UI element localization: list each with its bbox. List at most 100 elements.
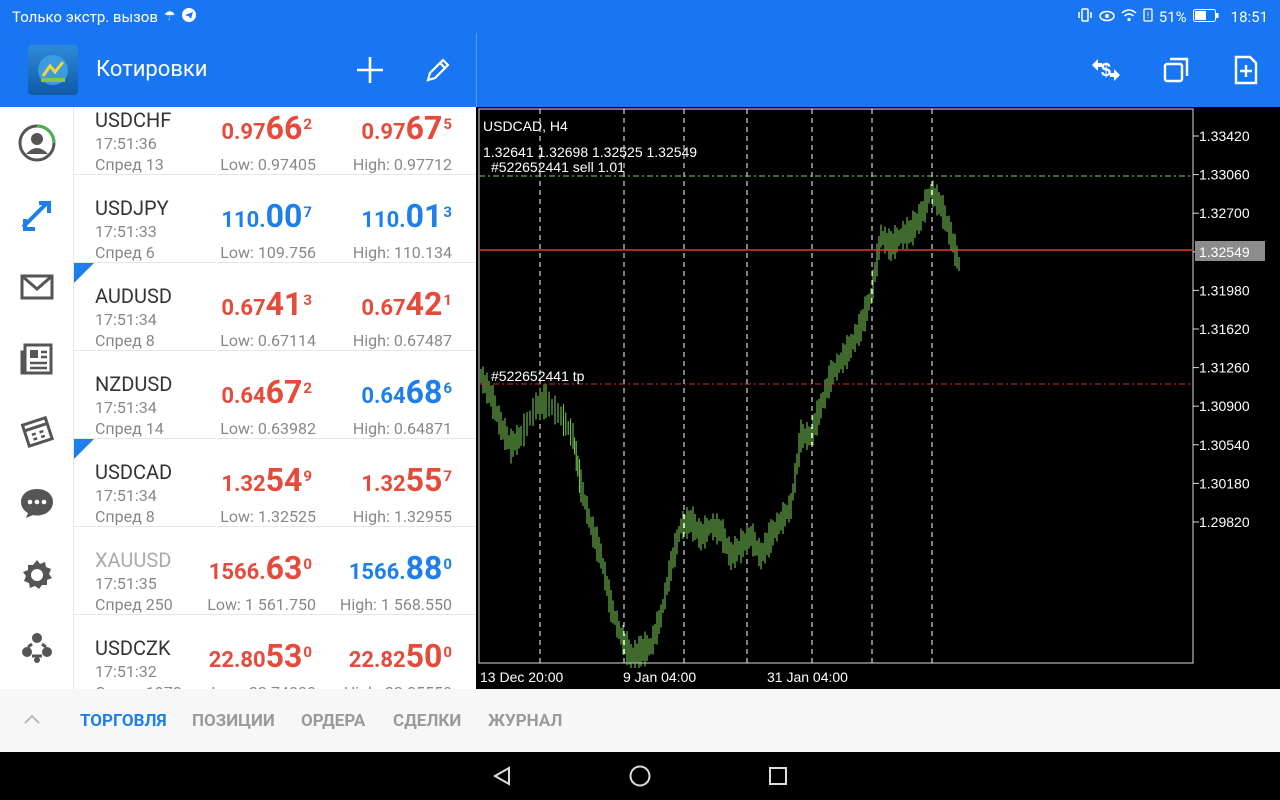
plus-icon: [357, 57, 383, 83]
community-icon: [22, 633, 52, 663]
sidebar-item-quotes[interactable]: [15, 193, 59, 237]
ask-price: 110.013: [361, 197, 452, 235]
bid-price-fraction: 0: [303, 642, 312, 661]
back-button[interactable]: [488, 764, 516, 788]
price-tick-label: 1.30180: [1199, 475, 1250, 491]
ask-price: 0.67421: [361, 285, 452, 323]
tab-deals[interactable]: СДЕЛКИ: [393, 711, 461, 731]
home-button[interactable]: [626, 764, 654, 788]
bid-price-fraction: 3: [303, 290, 312, 309]
tab-trade[interactable]: ТОРГОВЛЯ: [80, 711, 167, 731]
high-price: High: 1.32955: [352, 507, 452, 526]
quote-row[interactable]: USDCAD 17:51:34 Спред 8 1.32549 1.32557 Low: …: [74, 439, 476, 527]
bottom-tab-bar: ТОРГОВЛЯ ПОЗИЦИИ ОРДЕРА СДЕЛКИ ЖУРНАЛ: [0, 689, 1280, 752]
price-chart[interactable]: USDCAD, H4 1.32641 1.32698 1.32525 1.325…: [477, 107, 1280, 689]
position-flag: [74, 439, 94, 459]
price-tick-label: 1.33420: [1199, 128, 1250, 144]
quote-row[interactable]: NZDUSD 17:51:34 Спред 14 0.64672 0.64686 Low:…: [74, 351, 476, 439]
spread: Спред 13: [95, 155, 164, 174]
metatrader-logo-icon[interactable]: [28, 45, 78, 95]
time-tick-label: 31 Jan 04:00: [767, 669, 848, 685]
ask-price: 1566.880: [349, 549, 452, 587]
bid-price-fraction: 0: [303, 554, 312, 573]
current-price-label: 1.32549: [1199, 244, 1250, 260]
bid-price-pips: 66: [265, 109, 303, 147]
high-price: High: 0.64871: [352, 419, 452, 438]
sidebar-item-settings[interactable]: [15, 553, 59, 597]
price-axis: 1.334201.330601.327001.323401.319801.316…: [1193, 128, 1250, 530]
ask-price-fraction: 7: [443, 466, 452, 485]
quote-row[interactable]: USDCHF 17:51:36 Спред 13 0.97662 0.97675 Low:…: [74, 107, 476, 175]
quotes-arrows-icon: [21, 201, 51, 231]
time-axis: 13 Dec 20:00 9 Jan 04:00 31 Jan 04:00: [480, 669, 848, 685]
sidebar-item-accounts[interactable]: [15, 121, 59, 165]
quote-row[interactable]: USDCZK17:51:32Спред 197022.8053022.82500…: [74, 615, 476, 689]
add-symbol-button[interactable]: [352, 52, 388, 88]
expand-toolbox-button[interactable]: [22, 711, 42, 730]
bid-price: 1.32549: [221, 461, 312, 499]
bid-price-prefix: 1.32: [221, 472, 266, 497]
high-price: High: 0.67487: [352, 331, 452, 350]
low-price: Low: 0.97405: [220, 155, 316, 174]
high-price: High: 1 568.550: [339, 595, 452, 614]
tab-orders[interactable]: ОРДЕРА: [301, 711, 365, 731]
sidebar-item-mail[interactable]: [15, 265, 59, 309]
spread: Спред 8: [95, 507, 155, 526]
sidebar-item-community[interactable]: [15, 625, 59, 669]
new-document-icon: [1234, 55, 1258, 85]
chart-symbol-label: USDCAD, H4: [483, 118, 568, 134]
price-tick-label: 1.31260: [1199, 360, 1250, 376]
chart-ohlc-label: 1.32641 1.32698 1.32525 1.32549: [483, 144, 697, 160]
gear-icon: [23, 560, 52, 589]
price-tick-label: 1.30540: [1199, 437, 1250, 453]
chevron-up-icon: [24, 714, 40, 724]
pencil-icon: [426, 58, 450, 82]
bid-price-pips: 63: [265, 549, 303, 587]
sidebar-item-tradays[interactable]: [15, 409, 59, 453]
ask-price-pips: 68: [405, 373, 443, 411]
sidebar-item-chat[interactable]: [15, 481, 59, 525]
time-tick-label: 9 Jan 04:00: [623, 669, 696, 685]
low-price: Low: 0.67114: [220, 331, 316, 350]
sidebar-item-news[interactable]: [15, 337, 59, 381]
home-circle-icon: [629, 765, 651, 787]
bid-price-fraction: 2: [303, 114, 312, 133]
news-icon: [20, 343, 53, 375]
symbol-name: USDJPY: [95, 196, 169, 220]
account-icon: [18, 124, 56, 162]
quote-time: 17:51:34: [95, 398, 157, 417]
quote-row[interactable]: USDJPY 17:51:33 Спред 6 110.007 110.013 Low: …: [74, 175, 476, 263]
order-line-label: #522652441 sell 1.01: [491, 159, 625, 175]
status-right: ! 51% 18:51: [1077, 7, 1268, 27]
spread: Спред 250: [95, 595, 173, 614]
tab-positions[interactable]: ПОЗИЦИИ: [192, 711, 275, 731]
quotes-list[interactable]: USDCHF 17:51:36 Спред 13 0.97662 0.97675 Low:…: [74, 107, 476, 689]
bid-price-prefix: 1566.: [208, 560, 266, 585]
windows-button[interactable]: [1158, 52, 1194, 88]
edit-symbols-button[interactable]: [420, 52, 456, 88]
one-click-trading-button[interactable]: $: [1088, 52, 1124, 88]
ask-price-pips: 42: [405, 285, 443, 323]
bid-price-prefix: 0.97: [221, 120, 266, 145]
trade-dollar-icon: $: [1092, 59, 1120, 81]
symbol-name: USDCHF: [95, 108, 172, 132]
quote-row[interactable]: AUDUSD 17:51:34 Спред 8 0.67413 0.67421 Low: …: [74, 263, 476, 351]
low-price: Low: 0.63982: [220, 419, 316, 438]
bid-price: 110.007: [221, 197, 312, 235]
tab-journal[interactable]: ЖУРНАЛ: [488, 711, 562, 731]
chart-frame: [478, 108, 1194, 664]
new-order-button[interactable]: [1228, 52, 1264, 88]
quote-row[interactable]: XAUUSD 17:51:35 Спред 250 1566.630 1566.880 L…: [74, 527, 476, 615]
umbrella-icon: ☂: [163, 9, 176, 24]
recents-button[interactable]: [764, 764, 792, 788]
high-price: High: 110.134: [352, 243, 452, 262]
mail-icon: [20, 274, 54, 300]
chart-canvas[interactable]: USDCAD, H4 1.32641 1.32698 1.32525 1.325…: [477, 107, 1280, 689]
bid-price: 0.97662: [221, 109, 312, 147]
ask-price-prefix: 110.: [361, 208, 406, 233]
bid-price-fraction: 2: [303, 378, 312, 397]
price-tick-label: 1.32700: [1199, 205, 1250, 221]
telegram-icon: [181, 7, 196, 26]
ask-price-fraction: 1: [443, 290, 452, 309]
recents-square-icon: [769, 767, 787, 785]
